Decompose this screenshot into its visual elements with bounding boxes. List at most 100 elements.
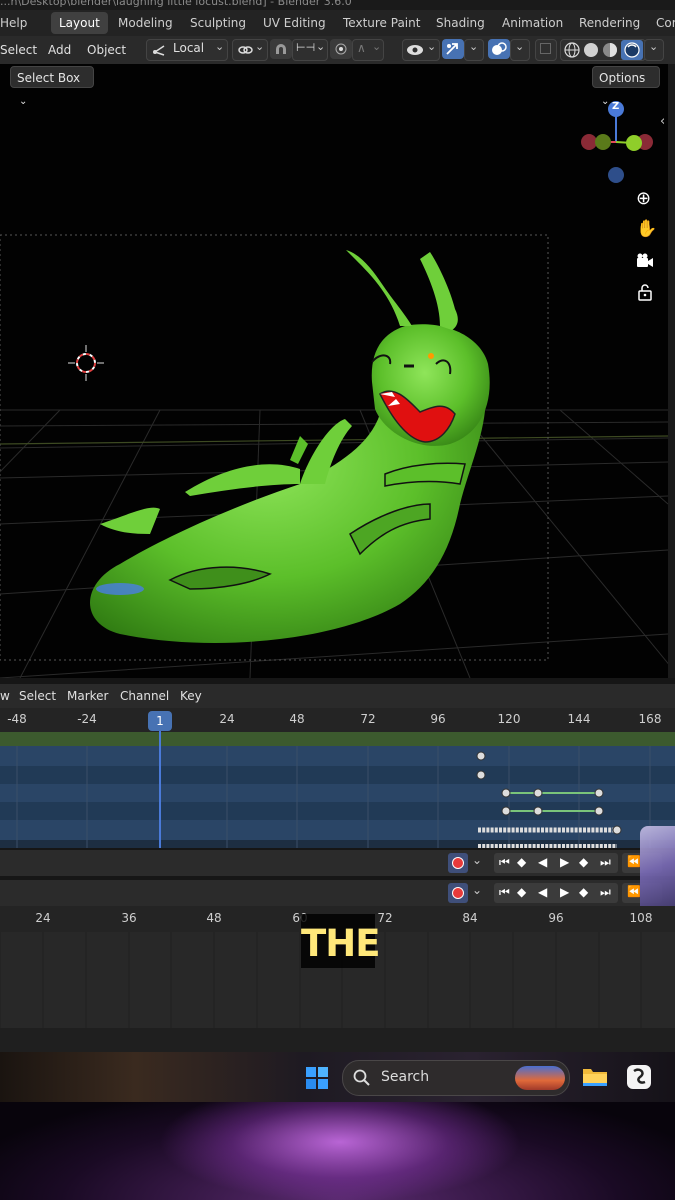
overlays-toggle[interactable]: [488, 39, 510, 59]
menu-key[interactable]: Key: [180, 687, 202, 705]
search-icon: [353, 1069, 370, 1086]
chevron-down-icon[interactable]: ⌄: [472, 883, 482, 897]
tab-uv-editing[interactable]: UV Editing: [263, 12, 326, 34]
visibility-dropdown[interactable]: ⌄: [402, 39, 440, 61]
chevron-down-icon: ⌄: [427, 40, 437, 53]
menu-add[interactable]: Add: [48, 41, 71, 59]
menu-select[interactable]: Select: [0, 41, 37, 59]
chevron-down-icon[interactable]: ⌄: [472, 853, 482, 867]
timeline-tick: 24: [219, 712, 235, 726]
rendered-shading-button[interactable]: [621, 40, 643, 60]
chevron-down-icon: ⌄: [515, 40, 525, 53]
play-reverse-icon[interactable]: ◀: [538, 885, 547, 899]
navigation-gizmo[interactable]: Z: [578, 98, 654, 184]
timeline-tick: 120: [497, 712, 521, 726]
pan-hand-icon[interactable]: ✋: [636, 219, 657, 239]
eye-icon: [407, 45, 423, 55]
magnet-icon: [276, 44, 286, 54]
video-caption: THE: [301, 914, 380, 968]
falloff-curve-icon: ∧: [357, 41, 366, 55]
chevron-down-icon: ⌄: [372, 40, 382, 53]
step-back-icon[interactable]: ⏪: [627, 855, 641, 868]
menu-select-timeline[interactable]: Select: [19, 687, 56, 705]
clip-studio-icon[interactable]: [626, 1064, 652, 1090]
proportional-edit-toggle[interactable]: [330, 39, 352, 59]
jump-end-icon[interactable]: ⏭: [600, 885, 611, 900]
lock-icon[interactable]: [637, 283, 653, 301]
transform-orientation-value: Local: [173, 41, 205, 55]
gizmo-arrow-icon: [446, 43, 458, 55]
taskbar-search-box[interactable]: Search: [342, 1060, 570, 1096]
tab-rendering[interactable]: Rendering: [579, 12, 640, 34]
menu-help[interactable]: Help: [0, 12, 27, 34]
tab-modeling[interactable]: Modeling: [118, 12, 173, 34]
prev-keyframe-icon[interactable]: ◆: [517, 885, 526, 899]
menu-object[interactable]: Object: [87, 41, 126, 59]
solid-shading-icon[interactable]: [583, 42, 599, 58]
xray-toggle[interactable]: [535, 39, 557, 61]
record-icon: [452, 857, 464, 869]
overlays-icon: [492, 42, 507, 55]
tab-animation[interactable]: Animation: [502, 12, 563, 34]
tab-texture-paint[interactable]: Texture Paint: [343, 12, 420, 34]
prev-keyframe-icon[interactable]: ◆: [517, 855, 526, 869]
snap-toggle[interactable]: [270, 39, 292, 59]
menu-view[interactable]: w: [0, 687, 10, 705]
wireframe-shading-icon[interactable]: [564, 42, 580, 58]
next-keyframe-icon[interactable]: ◆: [579, 885, 588, 899]
gizmo-dropdown[interactable]: ⌄: [464, 39, 484, 61]
menu-marker[interactable]: Marker: [67, 687, 108, 705]
caption-text: THE: [301, 922, 380, 965]
tab-layout[interactable]: Layout: [51, 12, 108, 34]
next-keyframe-icon[interactable]: ◆: [579, 855, 588, 869]
keyframe-rows: [0, 732, 675, 848]
tab-sculpting[interactable]: Sculpting: [190, 12, 246, 34]
play-icon[interactable]: ▶: [560, 885, 569, 899]
playhead-line[interactable]: [159, 720, 161, 848]
step-back-icon[interactable]: ⏪: [627, 885, 641, 898]
rendered-shading-icon: [624, 42, 640, 58]
timeline-tick: 144: [567, 712, 591, 726]
pivot-point-dropdown[interactable]: ⌄: [232, 39, 268, 61]
chevron-down-icon: ⌄: [215, 40, 225, 53]
chevron-down-icon: ⌄: [255, 40, 265, 53]
auto-keying-button[interactable]: [448, 883, 468, 903]
shading-dropdown[interactable]: ⌄: [644, 39, 664, 61]
overlays-dropdown[interactable]: ⌄: [510, 39, 530, 61]
3d-cursor: [68, 345, 104, 381]
options-label: Options: [599, 71, 646, 85]
graph-tick: 108: [629, 911, 653, 925]
menu-channel[interactable]: Channel: [120, 687, 169, 705]
3d-viewport[interactable]: [0, 64, 668, 678]
zoom-icon[interactable]: ⊕: [636, 188, 651, 209]
shading-mode-group: [560, 39, 646, 61]
timeline-tick: -48: [7, 712, 27, 726]
dopesheet-channels[interactable]: [0, 732, 675, 848]
falloff-dropdown[interactable]: ∧ ⌄: [352, 39, 384, 61]
gizmo-toggle[interactable]: [442, 39, 464, 59]
play-reverse-icon[interactable]: ◀: [538, 855, 547, 869]
windows-start-icon[interactable]: [305, 1066, 329, 1090]
jump-start-icon[interactable]: ⏮: [499, 855, 510, 870]
graph-tick: 48: [206, 911, 222, 925]
play-icon[interactable]: ▶: [560, 855, 569, 869]
chevron-down-icon: ⌄: [469, 40, 479, 53]
jump-start-icon[interactable]: ⏮: [499, 885, 510, 900]
camera-icon[interactable]: [636, 252, 654, 270]
options-dropdown[interactable]: Options ⌄: [592, 66, 660, 107]
tab-compositing[interactable]: Com: [656, 12, 675, 34]
windows-taskbar: [0, 1052, 675, 1102]
material-preview-icon[interactable]: [602, 42, 618, 58]
file-explorer-icon[interactable]: [582, 1064, 608, 1088]
auto-keying-button[interactable]: [448, 853, 468, 873]
current-frame-indicator[interactable]: 1: [148, 711, 172, 731]
record-icon: [452, 887, 464, 899]
orientation-icon: [153, 45, 165, 56]
select-box-dropdown[interactable]: Select Box ⌄: [10, 66, 94, 107]
tab-shading[interactable]: Shading: [436, 12, 485, 34]
jump-end-icon[interactable]: ⏭: [600, 855, 611, 870]
graph-tick: 24: [35, 911, 51, 925]
snap-target-dropdown[interactable]: ⊢⊣ ⌄: [292, 39, 328, 61]
transform-orientation-dropdown[interactable]: Local ⌄: [146, 39, 228, 61]
sidebar-toggle-chevron-icon[interactable]: ‹: [660, 114, 665, 129]
